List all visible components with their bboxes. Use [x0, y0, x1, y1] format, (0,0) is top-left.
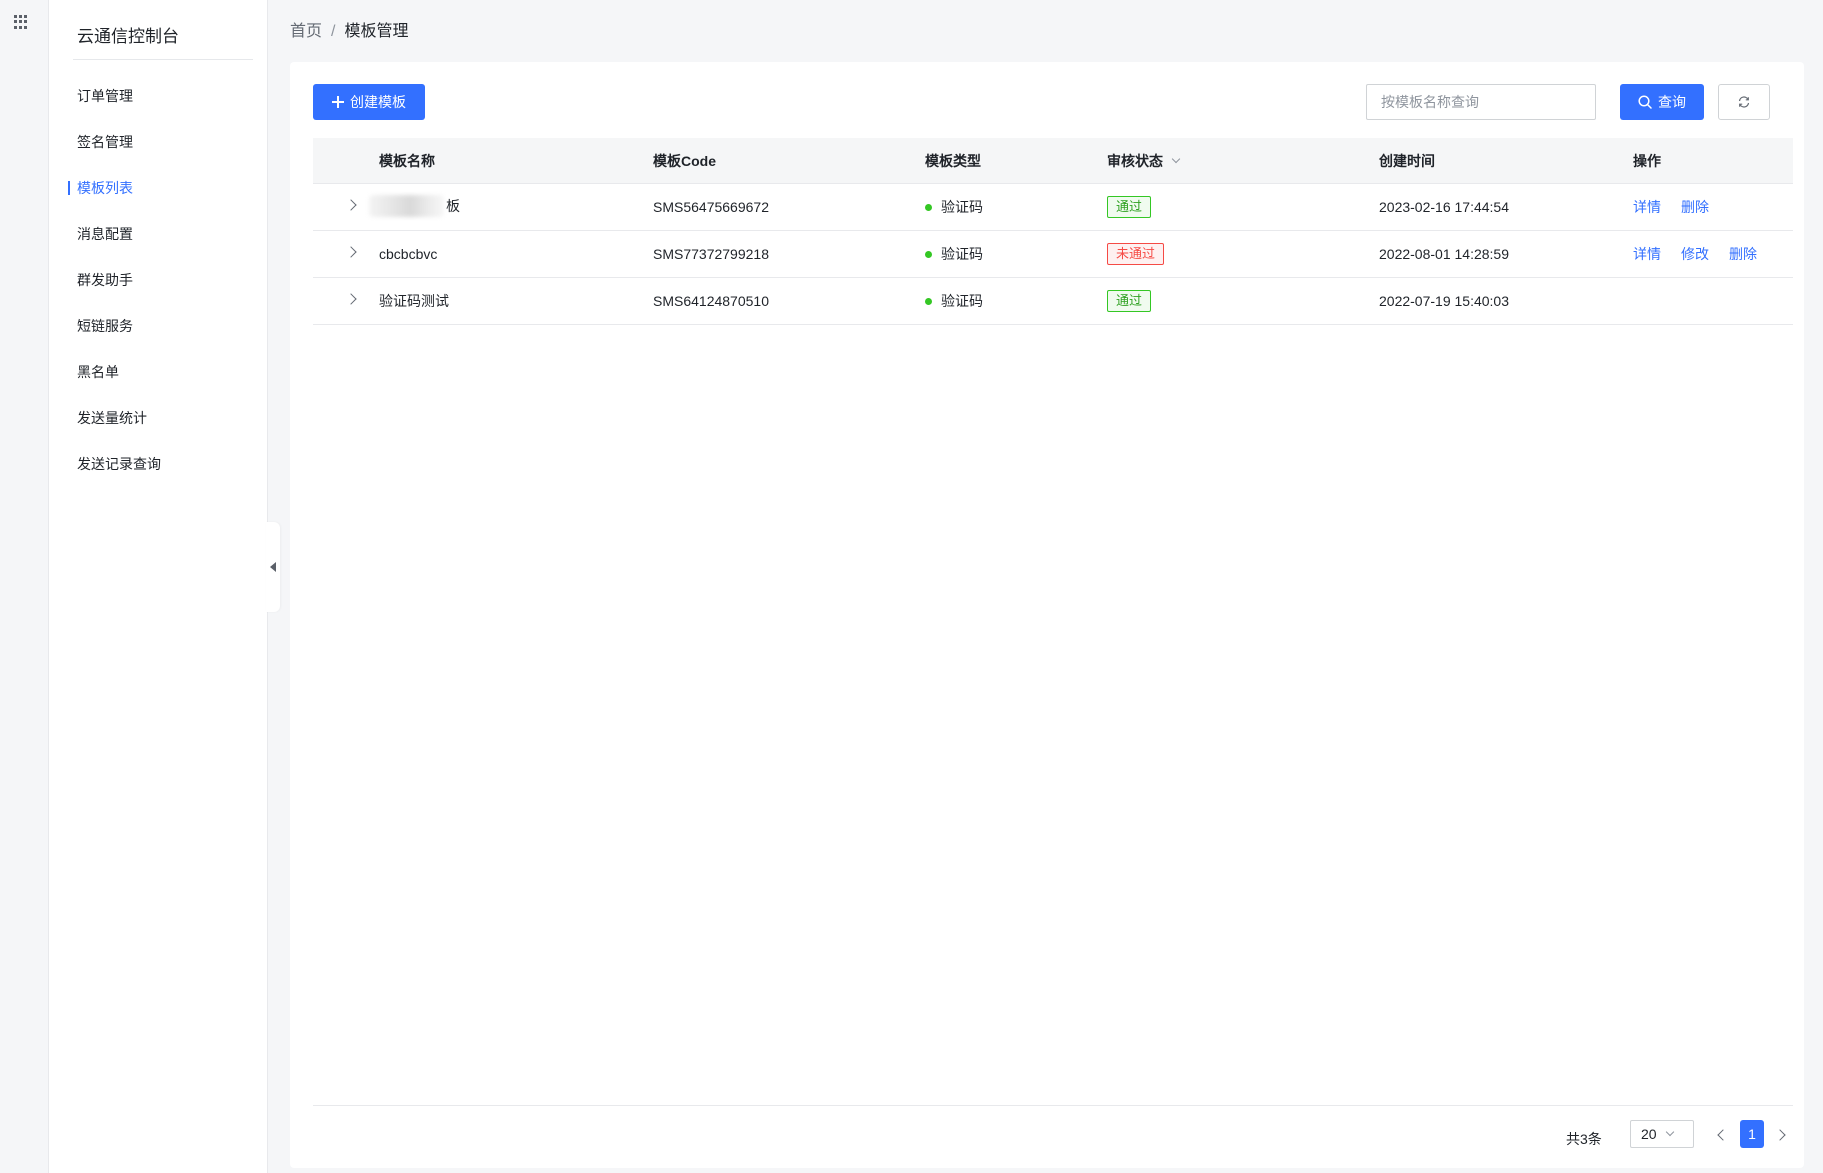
row-template-name: 板	[369, 194, 653, 220]
pagination-divider	[313, 1105, 1793, 1106]
status-badge: 未通过	[1107, 243, 1165, 265]
status-dot-icon	[925, 250, 932, 258]
status-dot-icon	[925, 297, 932, 305]
row-template-code: SMS64124870510	[653, 293, 769, 309]
header-created-time: 创建时间	[1379, 152, 1435, 169]
main-card: 创建模板 查询 模板名称 模板Code 模板类型 审核状态 创建时间 操作	[290, 62, 1804, 1168]
plus-icon	[332, 96, 344, 108]
query-label: 查询	[1658, 94, 1686, 110]
row-created-time: 2023-02-16 17:44:54	[1379, 199, 1509, 215]
row-created-time: 2022-08-01 14:28:59	[1379, 246, 1509, 262]
sidebar-menu: 订单管理 签名管理 模板列表 消息配置 群发助手 短链服务 黑名单 发送量统计 …	[49, 73, 267, 487]
row-operations: 详情 删除	[1633, 197, 1793, 217]
row-operations: 详情 修改 删除	[1633, 244, 1793, 264]
console-title: 云通信控制台	[77, 27, 179, 46]
app-grid-icon[interactable]	[14, 15, 28, 29]
table-row: 验证码测试 SMS64124870510 验证码 通过 2022-07-19 1…	[313, 278, 1793, 325]
sidebar-item-bulk-send[interactable]: 群发助手	[49, 257, 267, 303]
sidebar-item-blacklist[interactable]: 黑名单	[49, 349, 267, 395]
prev-page-button[interactable]	[1714, 1128, 1729, 1141]
row-review-status: 未通过	[1107, 243, 1379, 265]
row-review-status: 通过	[1107, 196, 1379, 218]
template-table: 模板名称 模板Code 模板类型 审核状态 创建时间 操作 板 SMS56475…	[313, 138, 1793, 325]
row-created-time: 2022-07-19 15:40:03	[1379, 293, 1509, 309]
header-review-status-label: 审核状态	[1107, 152, 1163, 169]
status-badge: 通过	[1107, 196, 1152, 218]
chevron-right-icon	[345, 293, 357, 305]
chevron-right-icon	[345, 246, 357, 258]
header-review-status[interactable]: 审核状态	[1107, 151, 1379, 171]
expand-column-header	[313, 138, 379, 183]
detail-link[interactable]: 详情	[1633, 244, 1661, 264]
status-badge: 通过	[1107, 290, 1152, 312]
create-template-label: 创建模板	[350, 94, 406, 110]
edit-link[interactable]: 修改	[1681, 244, 1709, 264]
sidebar-item-orders[interactable]: 订单管理	[49, 73, 267, 119]
row-review-status: 通过	[1107, 290, 1379, 312]
table-row: 板 SMS56475669672 验证码 通过 2023-02-16 17:44…	[313, 184, 1793, 231]
refresh-icon	[1738, 96, 1750, 108]
chevron-left-icon	[1717, 1129, 1729, 1141]
delete-link[interactable]: 删除	[1729, 244, 1757, 264]
sidebar-item-send-stats[interactable]: 发送量统计	[49, 395, 267, 441]
sidebar-item-signatures[interactable]: 签名管理	[49, 119, 267, 165]
page-size-value: 20	[1641, 1126, 1657, 1142]
sidebar-item-send-records[interactable]: 发送记录查询	[49, 441, 267, 487]
breadcrumb-current: 模板管理	[344, 23, 409, 40]
row-expand-toggle[interactable]	[313, 278, 379, 324]
delete-link[interactable]: 删除	[1681, 197, 1709, 217]
app-rail	[0, 0, 49, 1173]
row-template-code: SMS77372799218	[653, 246, 769, 262]
row-template-name: cbcbcbvc	[379, 246, 438, 262]
chevron-right-icon	[1774, 1129, 1786, 1141]
filter-dropdown-icon[interactable]	[1171, 154, 1181, 163]
row-template-code: SMS56475669672	[653, 199, 769, 215]
breadcrumb-home[interactable]: 首页	[290, 23, 322, 40]
row-template-name: 验证码测试	[379, 293, 449, 309]
page-number-current[interactable]: 1	[1740, 1120, 1764, 1148]
page-size-select[interactable]: 20	[1630, 1120, 1694, 1148]
header-operations: 操作	[1633, 152, 1661, 169]
status-dot-icon	[925, 203, 932, 211]
sidebar-item-templates[interactable]: 模板列表	[49, 165, 267, 211]
refresh-button[interactable]	[1718, 84, 1770, 120]
header-template-name: 模板名称	[379, 152, 435, 169]
detail-link[interactable]: 详情	[1633, 197, 1661, 217]
chevron-right-icon	[345, 199, 357, 211]
row-template-type: 验证码	[925, 291, 1107, 311]
sidebar-item-message-config[interactable]: 消息配置	[49, 211, 267, 257]
total-count: 共3条	[1566, 1131, 1602, 1147]
chevron-down-icon	[1665, 1127, 1674, 1137]
collapse-arrow-icon	[270, 562, 276, 572]
create-template-button[interactable]: 创建模板	[313, 84, 425, 120]
next-page-button[interactable]	[1774, 1128, 1788, 1141]
row-template-type: 验证码	[925, 244, 1107, 264]
sidebar-collapse-handle[interactable]	[266, 522, 280, 612]
table-row: cbcbcbvc SMS77372799218 验证码 未通过 2022-08-…	[313, 231, 1793, 278]
redacted-name-blur	[369, 194, 444, 217]
query-button[interactable]: 查询	[1620, 84, 1704, 120]
search-icon	[1638, 95, 1652, 109]
row-template-type: 验证码	[925, 197, 1107, 217]
table-header: 模板名称 模板Code 模板类型 审核状态 创建时间 操作	[313, 138, 1793, 184]
breadcrumb-separator: /	[331, 23, 336, 40]
sidebar-divider	[73, 59, 253, 60]
sidebar-item-short-link[interactable]: 短链服务	[49, 303, 267, 349]
template-name-search-input[interactable]	[1366, 84, 1596, 120]
header-template-code: 模板Code	[653, 152, 716, 169]
row-expand-toggle[interactable]	[313, 231, 379, 277]
sidebar: 云通信控制台 订单管理 签名管理 模板列表 消息配置 群发助手 短链服务 黑名单…	[49, 0, 268, 1173]
header-template-type: 模板类型	[925, 152, 981, 169]
breadcrumb: 首页 / 模板管理	[290, 17, 408, 41]
